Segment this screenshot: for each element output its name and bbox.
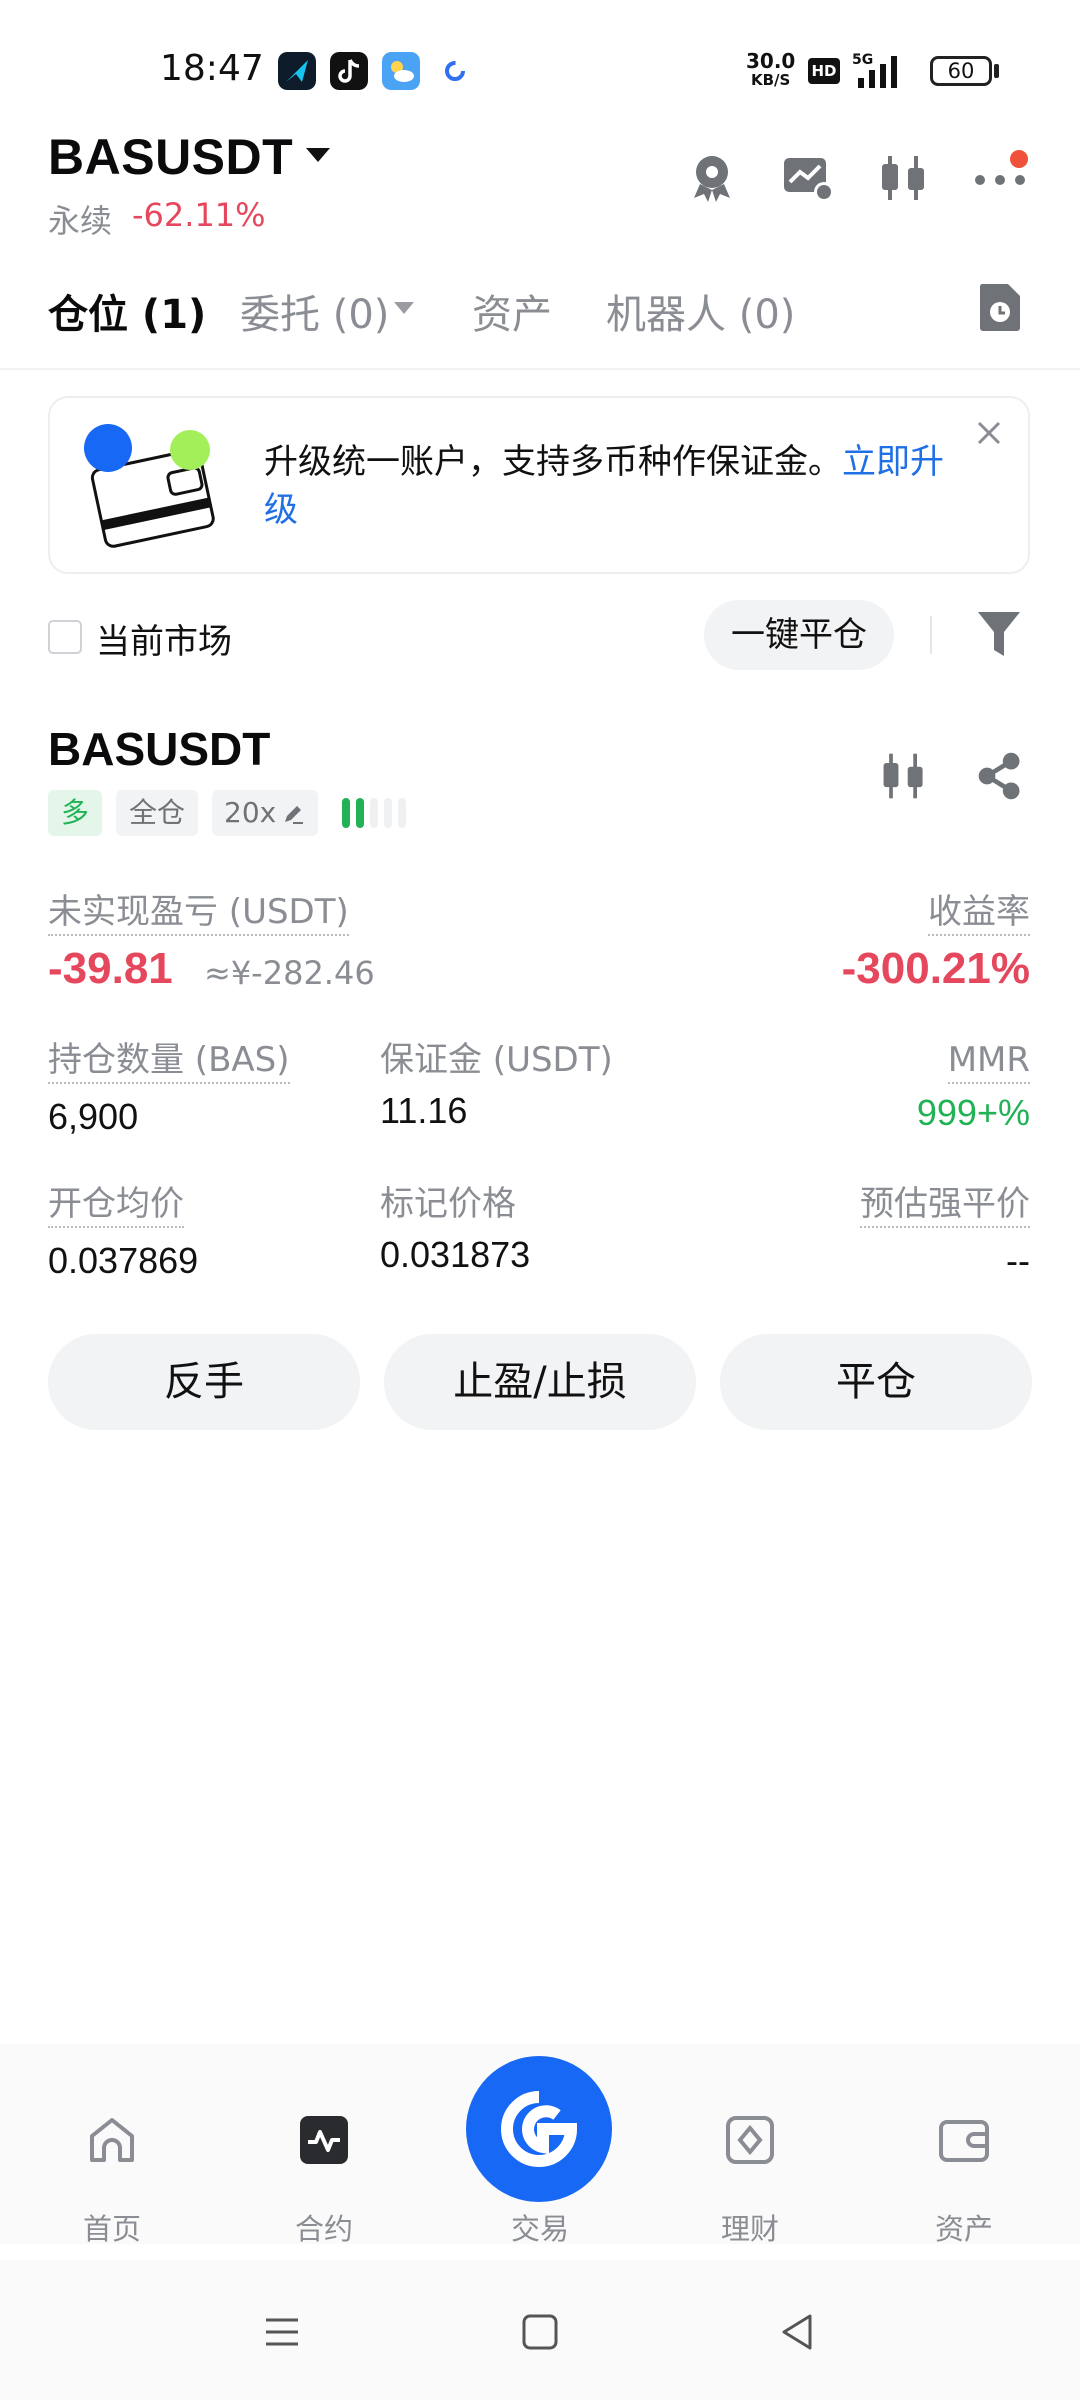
tabs-divider — [0, 368, 1080, 370]
edit-icon — [285, 806, 303, 824]
home-icon — [90, 2118, 134, 2162]
notification-dot — [1010, 150, 1028, 168]
trade-button[interactable] — [466, 2056, 612, 2202]
candlestick-icon[interactable] — [876, 150, 932, 206]
badge-award-icon[interactable] — [684, 150, 740, 206]
position-size-label[interactable]: 持仓数量 (BAS) — [48, 1040, 290, 1084]
pair-title[interactable]: BASUSDT — [48, 128, 293, 186]
leverage-value: 20x — [224, 796, 277, 829]
adl-bar — [342, 798, 350, 828]
divider — [930, 616, 932, 654]
close-position-button[interactable]: 平仓 — [720, 1334, 1032, 1430]
unrealized-pnl-value: -39.81 — [48, 944, 173, 993]
margin-mode-badge: 全仓 — [116, 790, 198, 836]
battery-tip — [994, 64, 999, 78]
adl-bar — [356, 798, 364, 828]
network-speed-value: 30.0 — [746, 49, 796, 73]
earn-icon — [726, 2116, 774, 2164]
close-all-button[interactable]: 一键平仓 — [704, 600, 894, 670]
share-icon[interactable] — [974, 750, 1026, 802]
mmr-value: 999+% — [916, 1092, 1030, 1133]
trade-icon — [501, 2091, 578, 2167]
contract-type: 永续 — [48, 202, 113, 240]
futures-icon — [300, 2116, 348, 2164]
nav-home[interactable]: 首页 — [42, 2118, 182, 2248]
roe-value: -300.21% — [841, 944, 1030, 993]
candlestick-icon[interactable] — [878, 750, 930, 802]
current-market-label[interactable]: 当前市场 — [96, 614, 232, 663]
adl-bar — [370, 798, 378, 828]
nav-assets[interactable]: 资产 — [894, 2120, 1034, 2248]
signal-icon: 5G — [852, 52, 897, 88]
nav-earn[interactable]: 理财 — [680, 2116, 820, 2248]
mark-price-label: 标记价格 — [380, 1184, 516, 1224]
tab-orders[interactable]: 委托 (0) — [240, 282, 389, 340]
status-bar: 18:47 30.0 KB/S HD 5G 60 — [0, 0, 1080, 130]
unrealized-pnl-cny: ≈¥-282.46 — [204, 954, 375, 992]
home-square-icon[interactable] — [518, 2310, 562, 2354]
liq-price-value: -- — [1006, 1240, 1030, 1281]
adl-bar — [398, 798, 406, 828]
wallet-illustration-icon — [84, 424, 215, 548]
banner-message: 升级统一账户，支持多币种作保证金。立即升级 — [264, 438, 964, 534]
chevron-down-icon[interactable] — [306, 148, 330, 162]
close-icon[interactable] — [974, 418, 1004, 448]
hd-badge: HD — [808, 58, 840, 84]
entry-price-value: 0.037869 — [48, 1240, 199, 1281]
tab-bots[interactable]: 机器人 (0) — [606, 282, 795, 340]
wallet-icon — [939, 2120, 989, 2162]
menu-icon[interactable] — [260, 2310, 304, 2354]
status-time: 18:47 — [160, 48, 264, 89]
liq-price-label[interactable]: 预估强平价 — [860, 1184, 1030, 1228]
network-speed-unit: KB/S — [751, 71, 791, 89]
margin-value: 11.16 — [380, 1090, 468, 1131]
sync-icon — [445, 61, 465, 81]
weather-icon — [382, 52, 420, 90]
price-change: -62.11% — [132, 196, 266, 234]
battery-indicator: 60 — [930, 56, 992, 86]
chart-settings-icon[interactable] — [780, 150, 836, 206]
tab-assets[interactable]: 资产 — [472, 282, 552, 340]
signal-label: 5G — [852, 52, 873, 68]
side-badge: 多 — [48, 790, 102, 836]
adl-bar — [384, 798, 392, 828]
entry-price-label[interactable]: 开仓均价 — [48, 1184, 184, 1228]
tp-sl-button[interactable]: 止盈/止损 — [384, 1334, 696, 1430]
system-nav-bar — [0, 2260, 1080, 2400]
filter-icon[interactable] — [976, 608, 1022, 660]
nav-futures[interactable]: 合约 — [254, 2116, 394, 2248]
position-symbol[interactable]: BASUSDT — [48, 722, 270, 776]
leverage-badge[interactable]: 20x — [212, 790, 318, 836]
mark-price-value: 0.031873 — [380, 1234, 531, 1275]
nav-trade-label[interactable]: 交易 — [470, 2206, 610, 2248]
position-size-value: 6,900 — [48, 1096, 139, 1137]
network-speed: 30.0 KB/S — [746, 49, 796, 90]
order-history-icon[interactable] — [978, 282, 1022, 332]
tab-positions[interactable]: 仓位 (1) — [48, 282, 206, 340]
chevron-down-icon[interactable] — [394, 302, 414, 314]
unrealized-pnl-label[interactable]: 未实现盈亏 (USDT) — [48, 892, 349, 936]
mmr-label[interactable]: MMR — [947, 1040, 1030, 1084]
tiktok-icon — [330, 52, 368, 90]
upgrade-banner[interactable]: 升级统一账户，支持多币种作保证金。立即升级 — [48, 396, 1030, 574]
margin-label: 保证金 (USDT) — [380, 1040, 613, 1080]
back-icon[interactable] — [776, 2310, 820, 2354]
maps-icon — [278, 52, 316, 90]
reverse-button[interactable]: 反手 — [48, 1334, 360, 1430]
banner-text: 升级统一账户，支持多币种作保证金。 — [264, 442, 842, 482]
roe-label[interactable]: 收益率 — [928, 892, 1030, 936]
current-market-checkbox[interactable] — [48, 620, 82, 654]
